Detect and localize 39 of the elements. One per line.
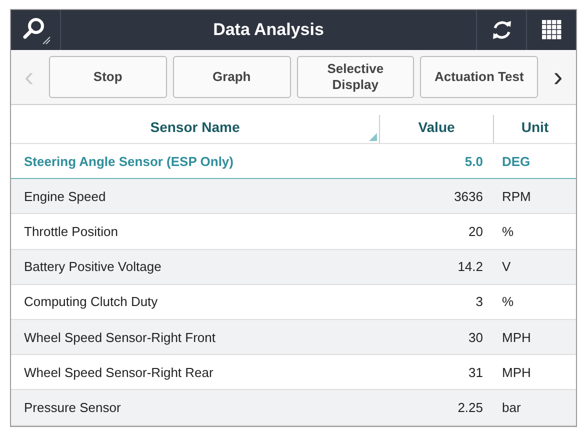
next-button[interactable]: › [544, 63, 572, 91]
sensor-value: 3 [474, 294, 484, 310]
sensor-name: Battery Positive Voltage [23, 259, 162, 274]
sensor-value: 3636 [453, 188, 484, 204]
sensor-unit: RPM [501, 188, 532, 204]
table-row[interactable]: Pressure Sensor 2.25 bar [11, 390, 576, 426]
table-row[interactable]: Wheel Speed Sensor-Right Front 30 MPH [11, 320, 576, 356]
sensor-unit: V [501, 259, 512, 274]
sensor-unit: % [501, 294, 515, 310]
sensor-unit: MPH [501, 330, 532, 345]
window-title: Data Analysis [212, 19, 325, 41]
search-icon [20, 15, 50, 45]
sensor-name: Wheel Speed Sensor-Right Rear [23, 364, 214, 380]
sensor-value: 2.25 [456, 400, 484, 415]
sensor-unit: MPH [501, 364, 532, 380]
sensor-name: Steering Angle Sensor (ESP Only) [23, 154, 234, 169]
toolbar-button[interactable]: Graph [172, 56, 290, 98]
sensor-value: 14.2 [456, 259, 484, 274]
sensor-name: Pressure Sensor [23, 400, 122, 415]
sensor-value: 31 [468, 364, 484, 380]
column-header[interactable]: Value [379, 115, 493, 143]
table-row[interactable]: Engine Speed 3636 RPM [11, 179, 576, 214]
sensor-value: 5.0 [464, 154, 484, 169]
sensor-name: Computing Clutch Duty [23, 294, 159, 310]
sensor-unit: DEG [501, 154, 532, 169]
sensor-value: 20 [468, 224, 484, 239]
sensor-unit: % [501, 224, 515, 239]
sensor-name: Wheel Speed Sensor-Right Front [23, 330, 216, 345]
column-header[interactable]: Unit [493, 115, 576, 143]
refresh-icon [490, 19, 512, 41]
sensor-unit: bar [501, 400, 522, 415]
sensor-name: Throttle Position [23, 224, 119, 239]
grid-icon [542, 20, 562, 40]
toolbar-button[interactable]: Actuation Test [420, 56, 538, 98]
toolbar-button[interactable]: Selective Display [296, 56, 414, 98]
table-row[interactable]: Battery Positive Voltage 14.2 V [11, 250, 576, 285]
toolbar-button[interactable]: Stop [49, 56, 167, 98]
sensor-name: Engine Speed [23, 188, 107, 204]
sensor-value: 30 [468, 330, 484, 345]
